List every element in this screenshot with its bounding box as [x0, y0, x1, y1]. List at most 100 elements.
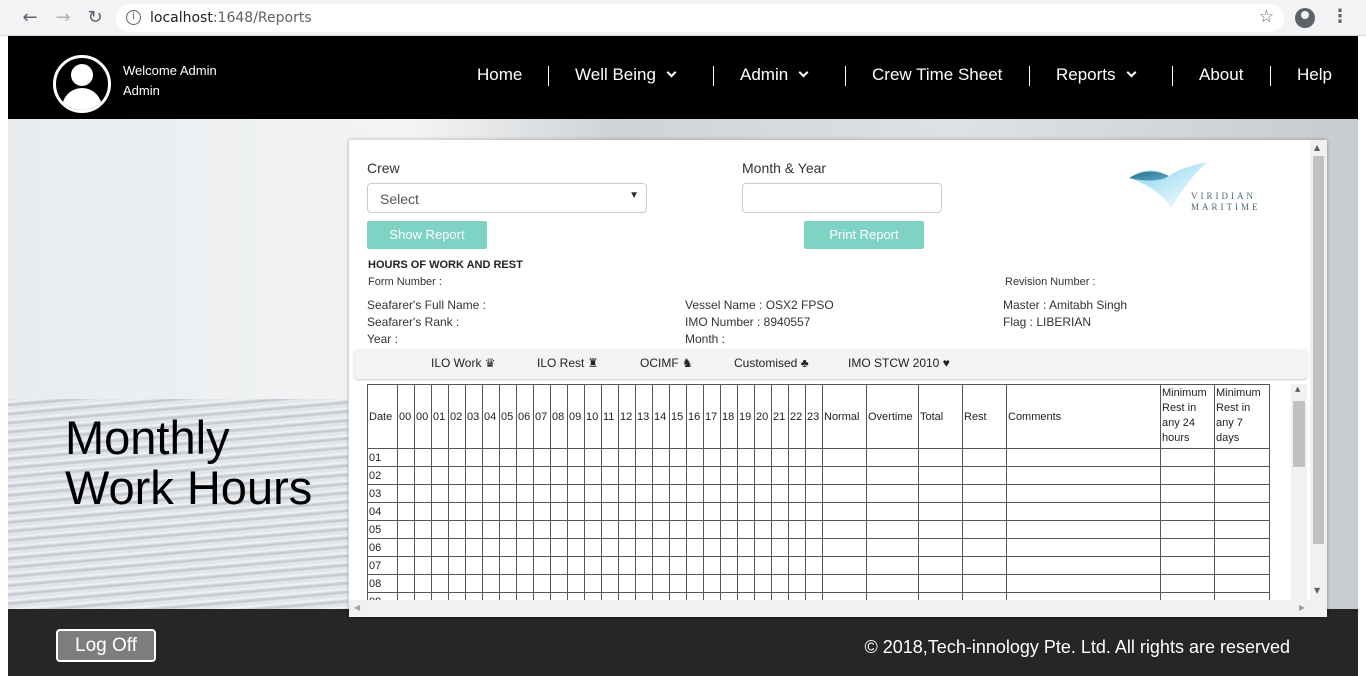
hour-cell[interactable] — [618, 448, 636, 467]
hour-cell[interactable] — [482, 538, 500, 557]
hour-cell[interactable] — [601, 556, 619, 575]
hour-cell[interactable] — [499, 466, 517, 485]
hour-cell[interactable] — [669, 448, 687, 467]
hour-cell[interactable] — [737, 574, 755, 593]
hour-cell[interactable] — [499, 502, 517, 521]
hour-cell[interactable] — [652, 556, 670, 575]
hour-cell[interactable] — [465, 592, 483, 600]
hour-cell[interactable] — [788, 574, 806, 593]
hour-cell[interactable] — [1214, 592, 1270, 600]
hour-cell[interactable] — [1214, 538, 1270, 557]
hour-cell[interactable] — [822, 520, 867, 539]
hour-cell[interactable] — [601, 484, 619, 503]
hour-cell[interactable] — [601, 538, 619, 557]
hour-cell[interactable] — [1006, 538, 1161, 557]
hour-cell[interactable] — [1006, 556, 1161, 575]
hour-cell[interactable] — [414, 484, 432, 503]
hour-cell[interactable] — [550, 484, 568, 503]
hour-cell[interactable] — [737, 466, 755, 485]
hour-cell[interactable] — [550, 520, 568, 539]
hour-cell[interactable] — [550, 448, 568, 467]
hour-cell[interactable] — [567, 448, 585, 467]
back-icon[interactable]: ← — [19, 7, 41, 29]
hour-cell[interactable] — [866, 484, 919, 503]
panel-scrollbar[interactable]: ▲ ▼ — [1310, 140, 1327, 600]
hour-cell[interactable] — [601, 502, 619, 521]
hour-cell[interactable] — [918, 466, 963, 485]
hour-cell[interactable] — [465, 466, 483, 485]
hour-cell[interactable] — [533, 574, 551, 593]
hour-cell[interactable] — [788, 538, 806, 557]
hour-cell[interactable] — [754, 574, 772, 593]
hour-cell[interactable] — [465, 484, 483, 503]
hour-cell[interactable] — [703, 592, 721, 600]
hour-cell[interactable] — [918, 520, 963, 539]
hour-cell[interactable] — [482, 574, 500, 593]
hour-cell[interactable] — [788, 556, 806, 575]
hour-cell[interactable] — [1160, 448, 1215, 467]
hour-cell[interactable] — [618, 466, 636, 485]
hour-cell[interactable] — [601, 574, 619, 593]
hour-cell[interactable] — [465, 574, 483, 593]
hour-cell[interactable] — [584, 502, 602, 521]
hour-cell[interactable] — [652, 538, 670, 557]
hour-cell[interactable] — [550, 502, 568, 521]
hour-cell[interactable] — [771, 502, 789, 521]
hour-cell[interactable] — [866, 592, 919, 600]
hour-cell[interactable] — [918, 538, 963, 557]
hour-cell[interactable] — [482, 502, 500, 521]
hour-cell[interactable] — [431, 520, 449, 539]
hour-cell[interactable] — [635, 484, 653, 503]
more-menu-icon[interactable]: ⋮ — [1331, 6, 1349, 27]
url-text[interactable]: localhost:1648/Reports — [150, 10, 312, 26]
hour-cell[interactable] — [618, 538, 636, 557]
hour-cell[interactable] — [499, 520, 517, 539]
hour-cell[interactable] — [918, 484, 963, 503]
hour-cell[interactable] — [465, 520, 483, 539]
hour-cell[interactable] — [686, 538, 704, 557]
hour-cell[interactable] — [737, 448, 755, 467]
hour-cell[interactable] — [686, 574, 704, 593]
hour-cell[interactable] — [414, 556, 432, 575]
hour-cell[interactable] — [703, 502, 721, 521]
hour-cell[interactable] — [397, 466, 415, 485]
hour-cell[interactable] — [669, 592, 687, 600]
nav-well-being[interactable]: Well Being — [575, 64, 677, 86]
hour-cell[interactable] — [431, 592, 449, 600]
hour-cell[interactable] — [618, 502, 636, 521]
hour-cell[interactable] — [720, 574, 738, 593]
hour-cell[interactable] — [465, 502, 483, 521]
hour-cell[interactable] — [397, 448, 415, 467]
hour-cell[interactable] — [550, 538, 568, 557]
hour-cell[interactable] — [431, 556, 449, 575]
hour-cell[interactable] — [805, 484, 823, 503]
nav-reports[interactable]: Reports — [1056, 64, 1136, 86]
hour-cell[interactable] — [1214, 448, 1270, 467]
hour-cell[interactable] — [1214, 484, 1270, 503]
hour-cell[interactable] — [737, 538, 755, 557]
hour-cell[interactable] — [635, 520, 653, 539]
hour-cell[interactable] — [397, 538, 415, 557]
hour-cell[interactable] — [1214, 466, 1270, 485]
hour-cell[interactable] — [601, 466, 619, 485]
hour-cell[interactable] — [1006, 574, 1161, 593]
hour-cell[interactable] — [567, 502, 585, 521]
hour-cell[interactable] — [669, 502, 687, 521]
hour-cell[interactable] — [1160, 538, 1215, 557]
hour-cell[interactable] — [686, 448, 704, 467]
hour-cell[interactable] — [788, 448, 806, 467]
hour-cell[interactable] — [703, 466, 721, 485]
hour-cell[interactable] — [584, 556, 602, 575]
hour-cell[interactable] — [584, 538, 602, 557]
hour-cell[interactable] — [652, 574, 670, 593]
hour-cell[interactable] — [669, 574, 687, 593]
hour-cell[interactable] — [822, 502, 867, 521]
hour-cell[interactable] — [1214, 556, 1270, 575]
hour-cell[interactable] — [482, 448, 500, 467]
hour-cell[interactable] — [962, 502, 1007, 521]
hour-cell[interactable] — [1006, 592, 1161, 600]
hour-cell[interactable] — [516, 466, 534, 485]
tab-customised[interactable]: Customised ♣ — [734, 356, 809, 370]
hour-cell[interactable] — [499, 574, 517, 593]
hour-cell[interactable] — [703, 556, 721, 575]
